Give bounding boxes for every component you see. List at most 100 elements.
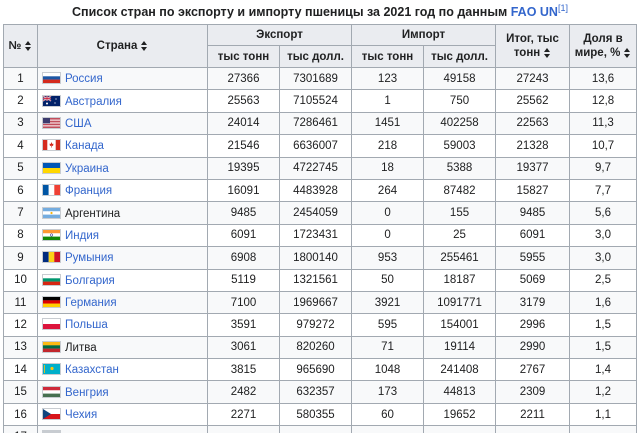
cell-import-dollars: 19652 [423,402,497,427]
column-header-country[interactable]: Страна [37,24,208,68]
caption-text: Список стран по экспорту и импорту пшени… [72,5,511,19]
country-link[interactable]: Литва [65,342,97,354]
cell-share: 12,8 [569,89,638,113]
sort-icon[interactable] [624,47,631,58]
cell-total: 9485 [495,201,571,225]
cell-import-dollars: 255461 [423,246,497,270]
cell-share: 7,7 [569,178,638,203]
cell-import-tons: 0 [351,201,425,225]
cell-country: Казахстан [37,358,208,382]
cell-import-tons: 71 [351,335,425,360]
table-caption: Список стран по экспорту и импорту пшени… [0,0,640,24]
cell-export-tons [207,425,280,433]
sort-icon[interactable] [141,40,148,51]
cell-country: Польша [37,313,208,337]
cell-import-tons: 50 [351,268,425,292]
cell-share: 1,2 [569,380,638,404]
cell-share: 11,3 [569,111,638,136]
cell-import-tons: 953 [351,246,425,270]
country-link[interactable]: Франция [65,185,112,197]
country-link[interactable]: Россия [65,73,103,85]
cell-total [495,425,571,433]
argentina-flag-icon [42,206,61,219]
cell-share: 1,4 [569,358,638,382]
cell-export-tons: 2271 [207,402,280,427]
cell-num: 12 [3,313,38,337]
cell-country: Франция [37,178,208,203]
canada-flag-icon [42,139,61,152]
cell-export-dollars: 965690 [278,358,353,382]
cell-num: 10 [3,268,38,292]
cell-import-tons: 0 [351,223,425,248]
cell-share: 9,7 [569,156,638,180]
country-link[interactable]: США [65,118,92,130]
cell-import-tons: 173 [351,380,425,404]
cell-import-dollars: 59003 [423,134,497,158]
cell-export-dollars: 4483928 [278,178,353,203]
column-header-num[interactable]: № [3,24,38,68]
country-link[interactable]: Германия [65,297,117,309]
country-link[interactable]: Казахстан [65,364,119,376]
column-header-export-tons[interactable]: тыс тонн [207,45,280,68]
cell-export-tons: 21546 [207,134,280,158]
cell-export-tons: 19395 [207,156,280,180]
column-header-total[interactable]: Итог, тыс тонн [495,24,571,68]
cell-export-tons: 5119 [207,268,280,292]
cell-import-tons: 18 [351,156,425,180]
country-link[interactable]: Канада [65,140,104,152]
cell-total: 22563 [495,111,571,136]
reference-link[interactable]: [1] [558,3,568,13]
cell-export-tons: 2482 [207,380,280,404]
cell-export-dollars: 4722745 [278,156,353,180]
country-link[interactable]: Польша [65,319,108,331]
lithuania-flag-icon [42,340,61,353]
country-link[interactable]: Румыния [65,252,113,264]
column-header-share[interactable]: Доля в мире, % [569,24,638,68]
cell-export-dollars: 580355 [278,402,353,427]
cell-country: Литва [37,335,208,360]
cell-num: 13 [3,335,38,360]
country-link[interactable]: Аргентина [65,208,120,220]
cell-share: 3,0 [569,246,638,270]
cell-export-dollars: 7286461 [278,111,353,136]
france-flag-icon [42,184,61,197]
cell-export-dollars: 1969667 [278,290,353,315]
sort-icon[interactable] [25,40,32,51]
column-header-export-dollars[interactable]: тыс долл. [278,45,353,68]
cell-num: 7 [3,201,38,225]
country-link[interactable]: Чехия [65,409,97,421]
poland-flag-icon [42,318,61,331]
cell-export-tons: 6091 [207,223,280,248]
cell-num: 1 [3,66,38,91]
cell-country: США [37,111,208,136]
cell-num: 14 [3,358,38,382]
cell-export-dollars: 1723431 [278,223,353,248]
cell-num: 3 [3,111,38,136]
czechia-flag-icon [42,408,61,421]
usa-flag-icon [42,116,61,129]
country-link[interactable]: Индия [65,230,99,242]
cell-import-dollars: 25 [423,223,497,248]
cell-total: 25562 [495,89,571,113]
table-row: 14 Казахстан 3815 965690 1048 241408 2767 1,4 [3,358,638,382]
fao-un-link[interactable]: FAO UN [511,5,558,19]
cell-total: 2309 [495,380,571,404]
country-link[interactable]: Украина [65,163,109,175]
cell-country: Австралия [37,89,208,113]
cell-export-tons: 3815 [207,358,280,382]
table-row: 2 Австралия 25563 7105524 1 750 25562 12,8 [3,89,638,113]
sort-icon[interactable] [544,47,551,58]
country-link[interactable]: Болгария [65,275,115,287]
cell-export-dollars: 1321561 [278,268,353,292]
country-link[interactable]: Австралия [65,96,122,108]
column-header-import-tons[interactable]: тыс тонн [351,45,425,68]
cell-num: 4 [3,134,38,158]
column-header-import-dollars[interactable]: тыс долл. [423,45,497,68]
cell-total: 5955 [495,246,571,270]
table-row: 10 Болгария 5119 1321561 50 18187 5069 2,5 [3,268,638,292]
table-row: 4 Канада 21546 6636007 218 59003 21328 10,7 [3,134,638,158]
cell-import-dollars: 155 [423,201,497,225]
cell-num: 5 [3,156,38,180]
country-link[interactable]: Венгрия [65,387,109,399]
cell-export-tons: 24014 [207,111,280,136]
